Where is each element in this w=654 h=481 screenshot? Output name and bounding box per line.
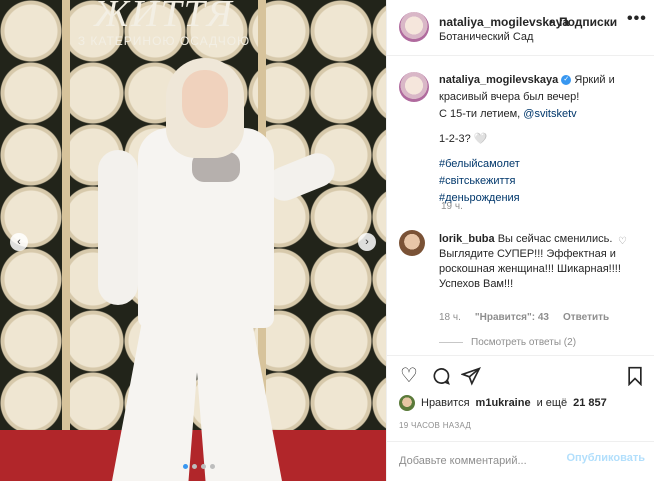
- view-replies-label: Посмотреть ответы (2): [471, 337, 577, 348]
- hashtag-link[interactable]: #світськежиття: [439, 173, 645, 190]
- chevron-left-icon[interactable]: ‹: [10, 233, 28, 251]
- comment-input[interactable]: [399, 452, 559, 470]
- person-arm-left: [98, 150, 138, 305]
- comment-box: Опубликовать: [387, 441, 654, 481]
- likes-summary[interactable]: Нравится m1ukraine и ещё 21 857: [399, 395, 607, 411]
- event-sign-title: ЖИТТЯ: [94, 0, 234, 35]
- post-timestamp: 19 ЧАСОВ НАЗАД: [399, 421, 472, 430]
- separator-dot: •: [549, 15, 554, 29]
- caption-time: 19 ч.: [441, 201, 463, 212]
- wooden-post-left: [62, 0, 70, 430]
- caption-line-3: 1-2-3? 🤍: [439, 133, 488, 145]
- divider: [439, 341, 463, 343]
- comment: lorik_buba Вы сейчас сменились. Выглядит…: [439, 232, 625, 292]
- comment-likes[interactable]: "Нравится": 43: [475, 312, 549, 323]
- carousel-dot-active: [183, 464, 188, 469]
- carousel-dot: [210, 464, 215, 469]
- hashtag-link[interactable]: #деньрождения: [439, 190, 645, 207]
- location-link[interactable]: Ботанический Сад: [439, 31, 533, 43]
- likes-suffix: и ещё: [536, 397, 568, 409]
- likes-prefix: Нравится: [421, 397, 470, 409]
- comment-bubble-icon[interactable]: [431, 366, 451, 390]
- post-header: nataliya_mogilevskaya • Подписки Ботанич…: [387, 0, 654, 56]
- comments-section: nataliya_mogilevskaya ✓ Яркий и красивый…: [387, 56, 654, 356]
- comment-username[interactable]: lorik_buba: [439, 233, 495, 245]
- red-carpet: [0, 430, 386, 481]
- more-options-icon[interactable]: •••: [627, 10, 647, 28]
- following-button[interactable]: Подписки: [559, 15, 617, 29]
- heart-outline-icon[interactable]: ♡: [400, 366, 418, 386]
- reply-button[interactable]: Ответить: [563, 312, 609, 323]
- heart-outline-icon[interactable]: ♡: [618, 236, 627, 247]
- hashtags: #белыйсамолет #світськежиття #деньрожден…: [439, 156, 645, 207]
- post-side-panel: nataliya_mogilevskaya • Подписки Ботанич…: [386, 0, 654, 481]
- caption-username[interactable]: nataliya_mogilevskaya: [439, 74, 558, 86]
- comment-time: 18 ч.: [439, 312, 461, 323]
- carousel-dots: [183, 464, 215, 469]
- view-replies-button[interactable]: Посмотреть ответы (2): [439, 337, 576, 348]
- likes-count[interactable]: 21 857: [573, 397, 607, 409]
- caption-avatar[interactable]: [399, 72, 429, 102]
- event-sign: ЖИТТЯ З КАТЕРИНОЮ ОСАДЧОЮ: [70, 0, 258, 54]
- comment-meta: 18 ч. "Нравится": 43 Ответить: [439, 312, 609, 323]
- event-sign-subtitle: З КАТЕРИНОЮ ОСАДЧОЮ: [77, 34, 251, 48]
- person-face: [182, 70, 228, 128]
- carousel-dot: [192, 464, 197, 469]
- instagram-post-modal: ЖИТТЯ З КАТЕРИНОЮ ОСАДЧОЮ ‹ › nataliya_m…: [0, 0, 654, 481]
- verified-badge-icon: ✓: [561, 75, 572, 86]
- avatar[interactable]: [399, 12, 429, 42]
- chevron-right-icon[interactable]: ›: [358, 233, 376, 251]
- paper-plane-icon[interactable]: [460, 366, 481, 390]
- post-caption: nataliya_mogilevskaya ✓ Яркий и красивый…: [439, 72, 645, 207]
- bookmark-icon[interactable]: [625, 366, 645, 390]
- mention-link[interactable]: @svitsketv: [523, 108, 576, 120]
- hashtag-link[interactable]: #белыйсамолет: [439, 156, 645, 173]
- comment-avatar[interactable]: [399, 230, 425, 256]
- action-bar: ♡: [387, 356, 654, 394]
- post-photo[interactable]: ЖИТТЯ З КАТЕРИНОЮ ОСАДЧОЮ ‹ ›: [0, 0, 386, 481]
- carousel-dot: [201, 464, 206, 469]
- caption-line-2-prefix: С 15-ти летием,: [439, 108, 524, 120]
- likes-user[interactable]: m1ukraine: [476, 397, 531, 409]
- avatar: [399, 395, 415, 411]
- publish-button[interactable]: Опубликовать: [565, 452, 645, 464]
